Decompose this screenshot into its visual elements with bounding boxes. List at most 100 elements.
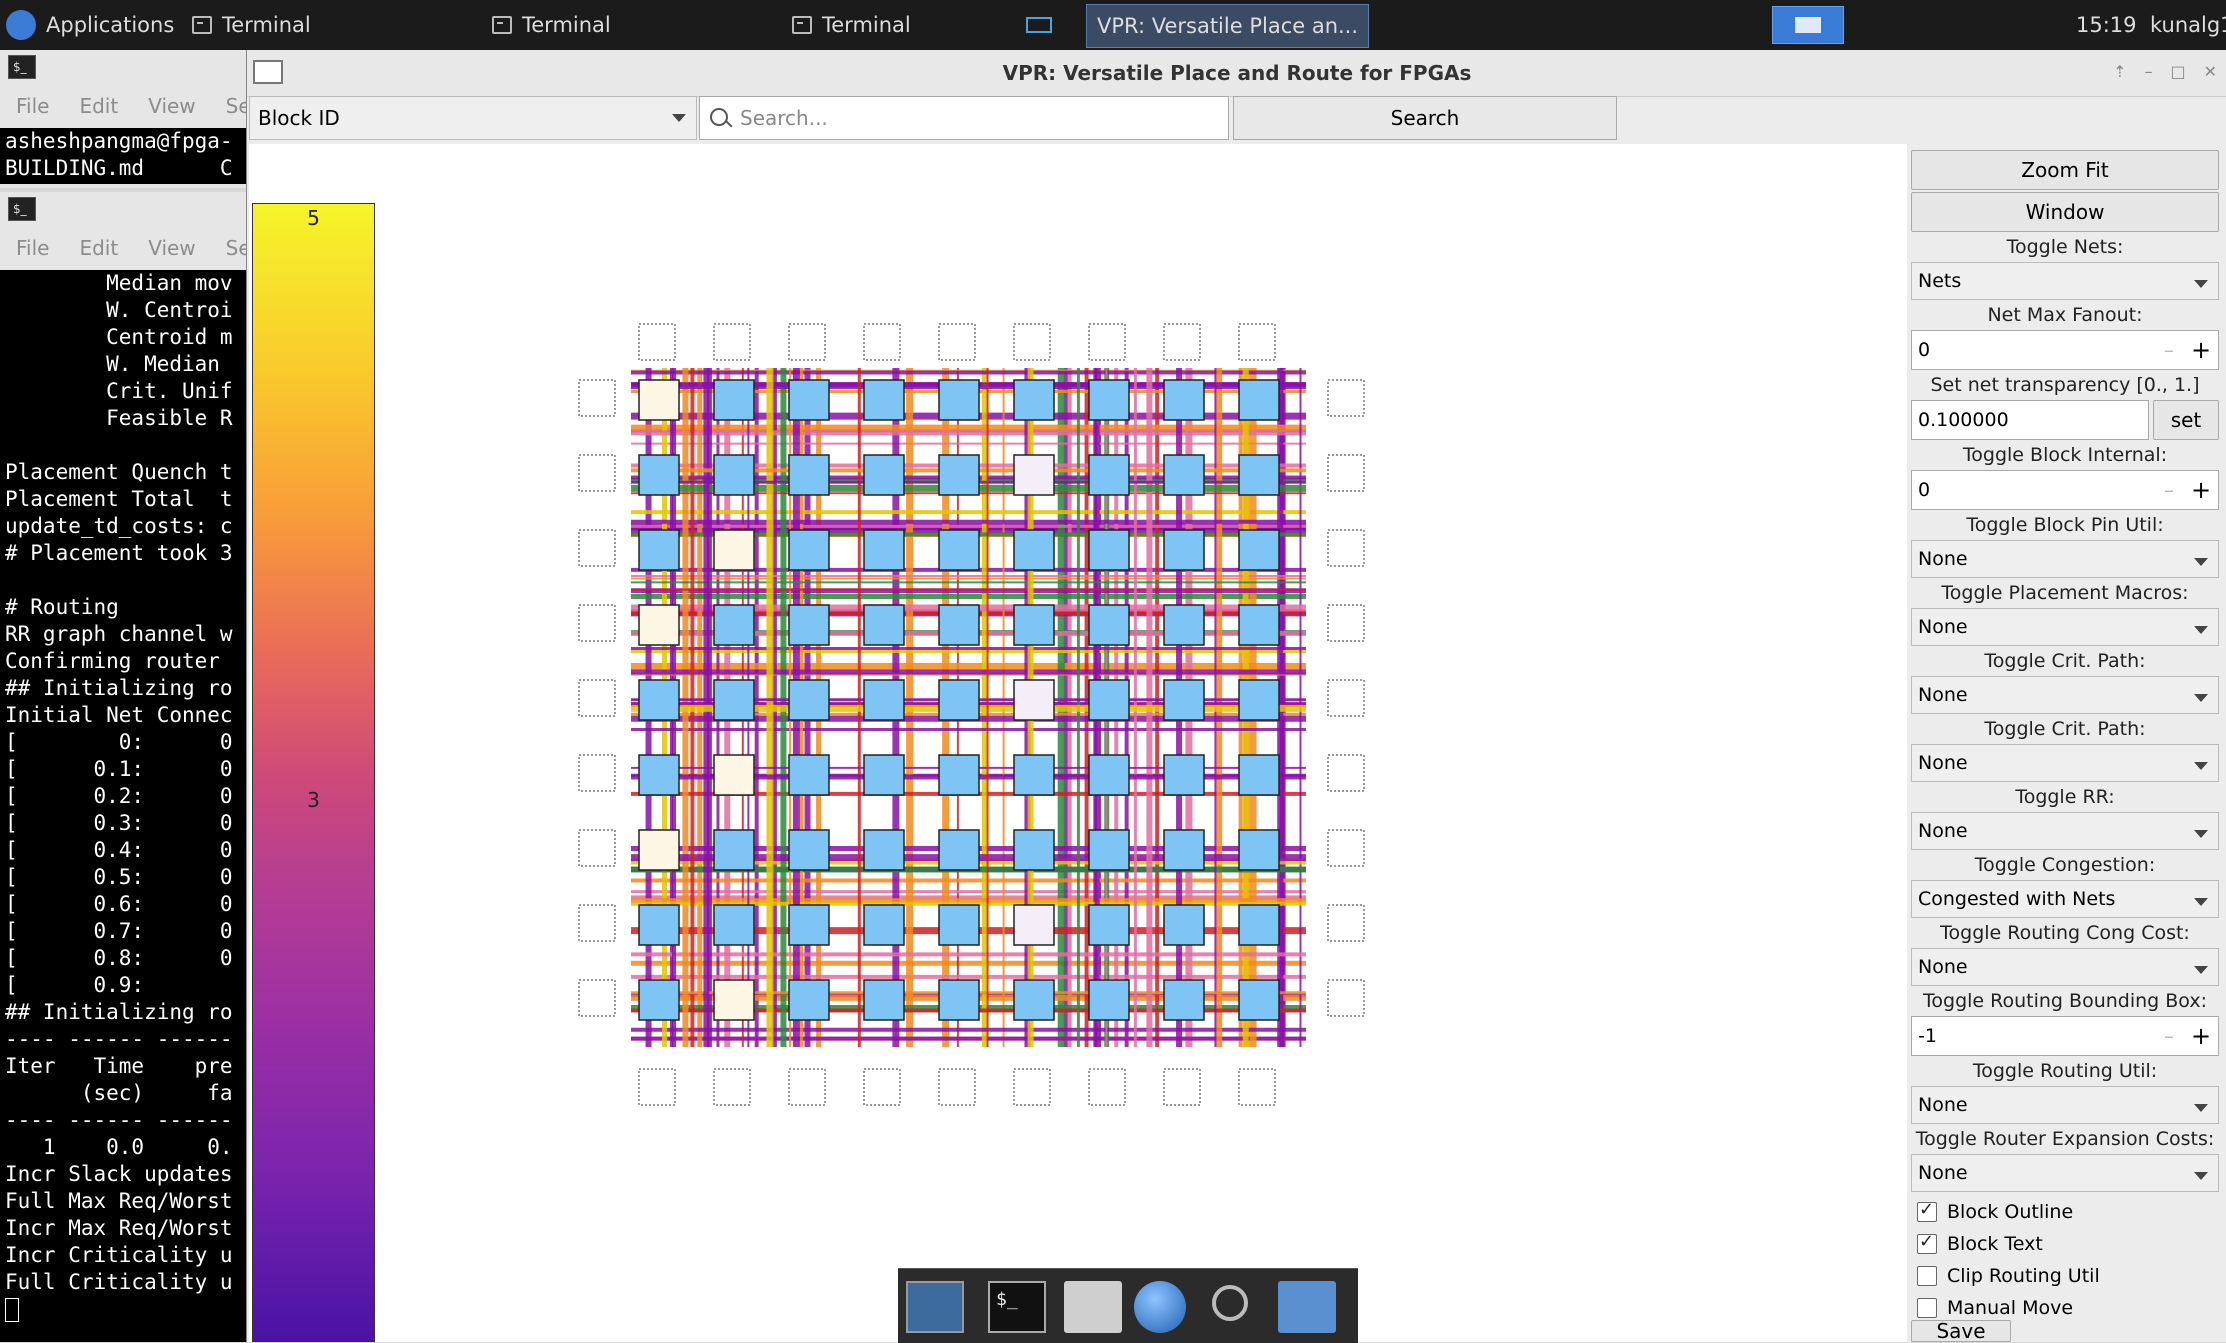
net-max-fanout-spinbox[interactable]: 0 – +	[1911, 330, 2219, 370]
search-button[interactable]: Search	[1233, 96, 1617, 140]
terminal-icon	[192, 16, 212, 34]
clip-routing-util-checkbox[interactable]: Clip Routing Util	[1917, 1262, 2100, 1290]
crit-path-select-1[interactable]: None	[1911, 676, 2219, 714]
fpga-device-view[interactable]	[578, 323, 1365, 1106]
menu-file[interactable]: File	[16, 94, 49, 118]
rr-select[interactable]: None	[1911, 812, 2219, 850]
show-desktop-icon[interactable]	[906, 1281, 964, 1333]
terminal-titlebar[interactable]: $_	[0, 50, 246, 84]
fpga-canvas[interactable]: 5 3	[249, 144, 1907, 1342]
placement-macros-label: Toggle Placement Macros:	[1941, 582, 2189, 604]
logic-block	[1088, 679, 1130, 721]
plus-icon[interactable]: +	[2186, 471, 2216, 509]
terminal-line: [ 0: 0	[5, 730, 233, 754]
io-pad	[1238, 323, 1276, 361]
plus-icon[interactable]: +	[2186, 1017, 2216, 1055]
window-controls: ⇡ – □ ✕	[2113, 62, 2217, 81]
menu-file[interactable]: File	[16, 236, 49, 260]
user-name[interactable]: kunalg1	[2150, 0, 2226, 50]
maximize-icon[interactable]: □	[2170, 62, 2185, 81]
show-desktop-button[interactable]	[1772, 6, 1844, 44]
io-pad	[1327, 604, 1365, 642]
router-exp-select[interactable]: None	[1911, 1154, 2219, 1192]
minimize-icon[interactable]: –	[2144, 62, 2152, 81]
terminal-output[interactable]: Median mov W. Centroi Centroid m W. Medi…	[0, 270, 246, 1342]
logic-block	[713, 829, 755, 871]
chevron-down-icon	[672, 114, 686, 122]
plus-icon[interactable]: +	[2186, 331, 2216, 369]
menu-view[interactable]: View	[148, 236, 195, 260]
home-folder-icon[interactable]	[1064, 1281, 1122, 1333]
io-pad	[578, 754, 616, 792]
taskbar-terminal-1[interactable]: Terminal	[192, 0, 311, 50]
routing-cong-cost-select[interactable]: None	[1911, 948, 2219, 986]
block-internal-spinbox[interactable]: 0 – +	[1911, 470, 2219, 510]
minus-icon[interactable]: –	[2154, 471, 2184, 509]
logic-block	[1088, 754, 1130, 796]
io-pad	[1327, 454, 1365, 492]
block-text-checkbox[interactable]: Block Text	[1917, 1230, 2043, 1258]
routing-util-select[interactable]: None	[1911, 1086, 2219, 1124]
keyboard-icon[interactable]	[1026, 0, 1052, 50]
set-transparency-button[interactable]: set	[2153, 400, 2219, 440]
chevron-down-icon	[2194, 898, 2208, 906]
search-type-value: Block ID	[258, 106, 340, 130]
menu-edit[interactable]: Edit	[79, 94, 118, 118]
checkbox-checked-icon	[1917, 1199, 1937, 1222]
logic-block	[1013, 379, 1055, 421]
logic-block	[713, 379, 755, 421]
checkbox-checked-icon	[1917, 1231, 1937, 1254]
placement-macros-select[interactable]: None	[1911, 608, 2219, 646]
terminal-output[interactable]: asheshpangma@fpga- BUILDING.md C	[0, 128, 246, 184]
net-max-fanout-label: Net Max Fanout:	[1987, 304, 2143, 326]
congestion-select[interactable]: Congested with Nets	[1911, 880, 2219, 918]
clock[interactable]: 15:19	[2076, 0, 2137, 50]
taskbar-terminal-3[interactable]: Terminal	[792, 0, 911, 50]
zoom-fit-button[interactable]: Zoom Fit	[1911, 150, 2219, 190]
minus-icon[interactable]: –	[2154, 1017, 2184, 1055]
search-icon[interactable]	[1206, 1281, 1264, 1333]
logic-block	[713, 754, 755, 796]
terminal-window-2[interactable]: $_ File Edit View Se Median mov W. Centr…	[0, 192, 251, 1342]
logic-block	[1238, 829, 1280, 871]
logic-block	[638, 829, 680, 871]
io-pad	[638, 1068, 676, 1106]
terminal-line: ---- ------ ------	[5, 1108, 233, 1132]
taskbar-terminal-2[interactable]: Terminal	[492, 0, 611, 50]
chevron-down-icon	[2194, 626, 2208, 634]
block-outline-checkbox[interactable]: Block Outline	[1917, 1198, 2073, 1226]
menu-view[interactable]: View	[148, 94, 195, 118]
logic-block	[1013, 979, 1055, 1021]
terminal-titlebar[interactable]: $_	[0, 192, 246, 226]
terminal-window-icon: $_	[8, 197, 36, 221]
terminal-line: 1 0.0 0.	[5, 1135, 233, 1159]
applications-menu[interactable]: Applications	[6, 0, 174, 50]
block-pin-util-select[interactable]: None	[1911, 540, 2219, 578]
window-button[interactable]: Window	[1911, 192, 2219, 232]
select-value: Congested with Nets	[1918, 888, 2116, 910]
terminal-icon[interactable]: $_	[988, 1281, 1046, 1333]
net-transparency-input[interactable]: 0.100000	[1911, 400, 2149, 440]
taskbar-vpr-window[interactable]: VPR: Versatile Place an...	[1086, 4, 1370, 48]
terminal-line: asheshpangma@fpga-	[5, 129, 233, 153]
minus-icon[interactable]: –	[2154, 331, 2184, 369]
web-browser-icon[interactable]	[1134, 1281, 1186, 1333]
shade-icon[interactable]: ⇡	[2113, 62, 2126, 81]
terminal-line: [ 0.8: 0	[5, 946, 233, 970]
terminal-window-1[interactable]: $_ File Edit View Se asheshpangma@fpga- B…	[0, 50, 251, 188]
logic-block	[938, 379, 980, 421]
terminal-line: (sec) fa	[5, 1081, 233, 1105]
save-button[interactable]: Save	[1911, 1320, 2011, 1342]
terminal-line: [ 0.3: 0	[5, 811, 233, 835]
search-type-select[interactable]: Block ID	[249, 96, 697, 140]
folder-icon[interactable]	[1278, 1281, 1336, 1333]
select-value: None	[1918, 820, 1968, 842]
search-input[interactable]: Search...	[699, 96, 1229, 140]
toggle-nets-select[interactable]: Nets	[1911, 262, 2219, 300]
close-icon[interactable]: ✕	[2204, 62, 2217, 81]
logic-block	[638, 754, 680, 796]
routing-bbox-spinbox[interactable]: -1 – +	[1911, 1016, 2219, 1056]
crit-path-select-2[interactable]: None	[1911, 744, 2219, 782]
menu-edit[interactable]: Edit	[79, 236, 118, 260]
manual-move-checkbox[interactable]: Manual Move	[1917, 1294, 2073, 1322]
